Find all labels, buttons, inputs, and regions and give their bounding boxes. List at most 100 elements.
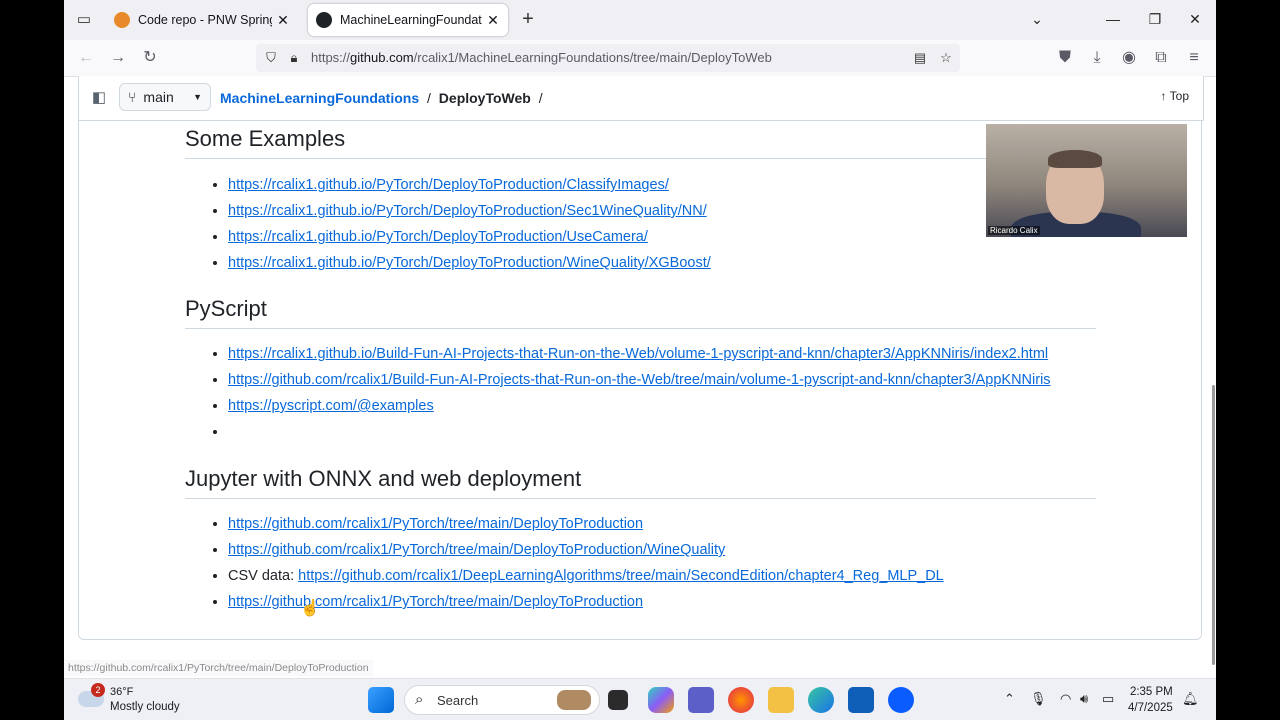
navigation-bar: ← → ↻ ⛉ 🔒︎ https://github.com/rcalix1/Ma… [64,40,1216,77]
file-explorer-icon[interactable] [768,687,794,713]
tab-overflow-icon[interactable]: ⌄ [1016,0,1058,40]
list-item: https://rcalix1.github.io/PyTorch/Deploy… [228,172,711,198]
copilot-icon[interactable] [648,687,674,713]
breadcrumb: MachineLearningFoundations / DeployToWeb… [220,90,543,106]
microsoft-store-icon[interactable] [848,687,874,713]
back-icon[interactable]: ← [74,46,98,70]
edge-icon[interactable] [808,687,834,713]
tab-list-icon[interactable]: ▭ [72,8,96,32]
chevron-down-icon: ▼ [193,92,202,102]
jupyter-link[interactable]: https://github.com/rcalix1/PyTorch/tree/… [228,594,643,610]
speaker-icon[interactable]: 🔊︎ [1080,691,1088,707]
browser-window: ▭ Code repo - PNW Spring 2025 | P ✕ Mach… [64,0,1216,720]
clock-date: 4/7/2025 [1128,702,1173,714]
heading-jupyter-onnx: Jupyter with ONNX and web deployment [185,466,1096,499]
close-tab-icon[interactable]: ✕ [276,12,290,29]
bookmark-star-icon[interactable]: ☆ [936,48,956,68]
example-link[interactable]: https://rcalix1.github.io/PyTorch/Deploy… [228,255,711,271]
system-clock[interactable]: 2:35 PM 4/7/2025 [1128,684,1173,716]
list-item: https://rcalix1.github.io/Build-Fun-AI-P… [228,341,1051,367]
file-tree-toggle-icon[interactable]: ◧ [89,88,109,108]
terminal-icon[interactable] [608,690,628,710]
csv-label: CSV data: [228,568,299,584]
jupyter-link[interactable]: https://github.com/rcalix1/PyTorch/tree/… [228,516,643,532]
list-item: https://github.com/rcalix1/Build-Fun-AI-… [228,367,1051,393]
arrow-up-icon: ↑ [1160,89,1167,103]
wifi-icon[interactable]: ◠ [1060,691,1071,707]
battery-icon[interactable]: ▭ [1102,691,1114,707]
address-bar[interactable]: ⛉ 🔒︎ https://github.com/rcalix1/MachineL… [256,44,960,72]
reader-view-icon[interactable]: ▤ [910,48,930,68]
git-branch-icon: ⑂ [128,89,137,105]
chevron-up-icon[interactable]: ⌃ [1004,691,1015,707]
list-item: https://github.com/rcalix1/PyTorch/tree/… [228,511,944,537]
jupyter-link[interactable]: https://github.com/rcalix1/PyTorch/tree/… [228,542,725,558]
zoom-icon[interactable] [888,687,914,713]
tab-strip: ▭ Code repo - PNW Spring 2025 | P ✕ Mach… [64,0,1216,40]
example-link[interactable]: https://rcalix1.github.io/PyTorch/Deploy… [228,203,707,219]
windows-start-icon[interactable] [368,687,394,713]
status-bar-link: https://github.com/rcalix1/PyTorch/tree/… [64,660,373,676]
menu-icon[interactable]: ≡ [1182,46,1206,70]
list-item: https://github.com/rcalix1/PyTorch/tree/… [228,537,944,563]
tab-github[interactable]: MachineLearningFoundations/D ✕ [308,4,508,36]
brightspace-favicon-icon [114,12,130,28]
close-tab-icon[interactable]: ✕ [486,12,500,29]
taskbar-search[interactable]: ⌕ Search [404,685,600,715]
reload-icon[interactable]: ↻ [138,46,162,70]
examples-list: https://rcalix1.github.io/PyTorch/Deploy… [213,172,711,276]
minimize-icon[interactable]: — [1092,0,1134,40]
branch-selector-button[interactable]: ⑂ main ▼ [119,83,211,111]
list-item: CSV data: https://github.com/rcalix1/Dee… [228,563,944,589]
participant-name: Ricardo Calix [988,226,1040,235]
weather-condition: Mostly cloudy [110,701,180,713]
pyscript-link[interactable]: https://rcalix1.github.io/Build-Fun-AI-P… [228,346,1048,362]
new-tab-icon[interactable]: + [516,8,540,32]
tab-title: MachineLearningFoundations/D [340,13,482,27]
notification-bell-icon[interactable]: 🔔︎ [1182,691,1199,707]
back-to-top-button[interactable]: ↑ Top [1161,89,1189,103]
teams-icon[interactable] [688,687,714,713]
downloads-icon[interactable]: ⤓ [1085,46,1109,70]
account-icon[interactable]: ◉ [1117,46,1141,70]
url-text[interactable]: https://github.com/rcalix1/MachineLearni… [311,50,772,65]
list-item: https://pyscript.com/@examples [228,393,1051,419]
windows-taskbar: 2 36°F Mostly cloudy ⌕ Search ⌃ 🎙︎ ◠ 🔊︎ … [64,678,1216,720]
shield-icon[interactable]: ⛉ [261,48,281,68]
weather-widget[interactable]: 2 36°F Mostly cloudy [76,683,206,715]
pyscript-list: https://rcalix1.github.io/Build-Fun-AI-P… [213,341,1051,445]
heading-some-examples: Some Examples [185,126,1096,159]
pyscript-link[interactable]: https://pyscript.com/@examples [228,398,434,414]
repo-header: ◧ ⑂ main ▼ MachineLearningFoundations / … [78,76,1204,121]
csv-data-link[interactable]: https://github.com/rcalix1/DeepLearningA… [298,568,944,584]
firefox-icon[interactable] [728,687,754,713]
microphone-icon[interactable]: 🎙︎ [1030,691,1047,707]
lock-icon[interactable]: 🔒︎ [284,48,304,68]
breadcrumb-current-folder: DeployToWeb [438,90,531,106]
example-link[interactable]: https://rcalix1.github.io/PyTorch/Deploy… [228,177,669,193]
list-item: https://rcalix1.github.io/PyTorch/Deploy… [228,198,711,224]
jupyter-list: https://github.com/rcalix1/PyTorch/tree/… [213,511,944,615]
pyscript-link[interactable]: https://github.com/rcalix1/Build-Fun-AI-… [228,372,1051,388]
tab-code-repo[interactable]: Code repo - PNW Spring 2025 | P ✕ [106,4,298,36]
breadcrumb-separator: / [538,90,543,106]
tab-title: Code repo - PNW Spring 2025 | P [138,13,272,27]
extensions-icon[interactable]: ⧉ [1149,46,1173,70]
example-link[interactable]: https://rcalix1.github.io/PyTorch/Deploy… [228,229,648,245]
mouse-cursor-icon: ☝ [300,600,320,617]
video-call-thumbnail[interactable]: Ricardo Calix [986,124,1187,237]
page-scrollbar[interactable] [1212,385,1215,665]
pocket-icon[interactable]: ⛊ [1053,46,1077,70]
search-highlight-icon [557,690,591,710]
breadcrumb-repo-link[interactable]: MachineLearningFoundations [220,90,419,106]
participant-hair [1048,150,1102,168]
clock-time: 2:35 PM [1129,686,1173,698]
forward-icon[interactable]: → [106,46,130,70]
temperature: 36°F [110,686,134,698]
list-item: https://rcalix1.github.io/PyTorch/Deploy… [228,224,711,250]
restore-icon[interactable]: ❐ [1134,0,1176,40]
close-window-icon[interactable]: ✕ [1174,0,1216,40]
search-icon: ⌕ [415,691,424,708]
notification-badge: 2 [91,683,105,697]
heading-pyscript: PyScript [185,296,1096,329]
